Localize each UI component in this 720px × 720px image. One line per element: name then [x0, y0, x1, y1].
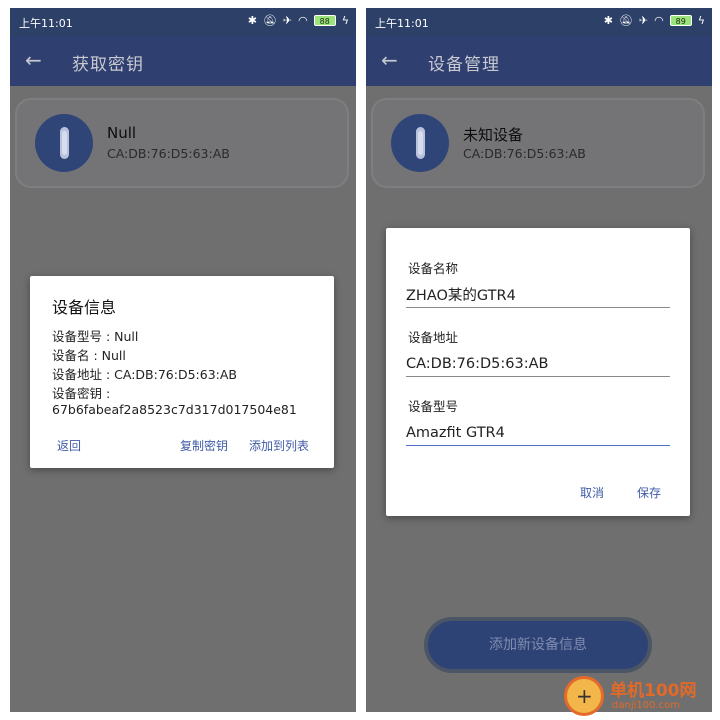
device-card[interactable]: 未知设备 CA:DB:76:D5:63:AB	[371, 98, 705, 188]
status-icons: ✱ 🔕︎ ✈ ◠ 88 ϟ	[248, 14, 349, 27]
mute-icon: 🔕︎	[262, 14, 277, 27]
device-model-line: 设备型号 : Null	[52, 329, 139, 344]
device-edit-dialog: 设备名称 设备地址 设备型号 取消 保存	[386, 228, 690, 516]
device-model-input[interactable]	[406, 420, 670, 446]
device-name: 未知设备	[463, 126, 524, 144]
charging-icon: ϟ	[341, 14, 349, 27]
wifi-icon: ◠	[298, 14, 308, 27]
device-key-value: 67b6fabeaf2a8523c7d317d017504e81	[52, 402, 297, 417]
device-address-line: 设备地址 : CA:DB:76:D5:63:AB	[52, 367, 237, 382]
page-title: 获取密钥	[72, 55, 144, 75]
watch-icon	[391, 114, 449, 172]
device-name-label: 设备名称	[408, 261, 459, 276]
device-name-line: 设备名 : Null	[52, 348, 126, 363]
airplane-icon: ✈	[638, 14, 649, 27]
bluetooth-icon: ✱	[603, 14, 613, 27]
device-card[interactable]: Null CA:DB:76:D5:63:AB	[15, 98, 349, 188]
status-icons: ✱ 🔕︎ ✈ ◠ 89 ϟ	[604, 14, 705, 27]
battery-icon: 88	[313, 15, 336, 26]
device-key-label: 设备密钥 :	[52, 386, 111, 401]
device-model-label: 设备型号	[408, 399, 459, 414]
right-phone-screen: 上午11:01 ✱ 🔕︎ ✈ ◠ 89 ϟ ← 设备管理 未知设备 CA:DB:…	[366, 8, 712, 712]
watermark-url: danji100.com	[612, 700, 680, 711]
add-device-button[interactable]: 添加新设备信息	[424, 617, 652, 673]
site-watermark: + 单机100网 danji100.com	[564, 674, 714, 718]
status-time: 上午11:01	[19, 17, 73, 30]
airplane-icon: ✈	[282, 14, 293, 27]
charging-icon: ϟ	[697, 14, 705, 27]
back-arrow-icon[interactable]: ←	[25, 48, 42, 72]
status-bar: 上午11:01 ✱ 🔕︎ ✈ ◠ 88 ϟ	[10, 8, 356, 36]
add-to-list-button[interactable]: 添加到列表	[249, 437, 309, 454]
back-button[interactable]: 返回	[57, 437, 81, 454]
watermark-title: 单机100网	[610, 681, 697, 701]
left-phone-screen: 上午11:01 ✱ 🔕︎ ✈ ◠ 88 ϟ ← 获取密钥 Null CA:DB:…	[10, 8, 356, 712]
status-time: 上午11:01	[375, 17, 429, 30]
dialog-title: 设备信息	[52, 298, 117, 317]
device-address: CA:DB:76:D5:63:AB	[463, 146, 586, 161]
status-bar: 上午11:01 ✱ 🔕︎ ✈ ◠ 89 ϟ	[366, 8, 712, 36]
app-bar: ← 获取密钥	[10, 36, 356, 86]
bluetooth-icon: ✱	[247, 14, 257, 27]
copy-key-button[interactable]: 复制密钥	[180, 437, 228, 454]
watch-icon	[35, 114, 93, 172]
device-name: Null	[107, 124, 137, 142]
save-button[interactable]: 保存	[637, 484, 661, 501]
app-bar: ← 设备管理	[366, 36, 712, 86]
device-address-input[interactable]	[406, 351, 670, 377]
device-address: CA:DB:76:D5:63:AB	[107, 146, 230, 161]
cancel-button[interactable]: 取消	[580, 484, 604, 501]
device-info-dialog: 设备信息 设备型号 : Null 设备名 : Null 设备地址 : CA:DB…	[30, 276, 334, 468]
device-address-label: 设备地址	[408, 330, 459, 345]
battery-icon: 89	[669, 15, 692, 26]
mute-icon: 🔕︎	[618, 14, 633, 27]
page-title: 设备管理	[428, 55, 500, 75]
watermark-logo-icon: +	[564, 676, 604, 716]
back-arrow-icon[interactable]: ←	[381, 48, 398, 72]
wifi-icon: ◠	[654, 14, 664, 27]
device-name-input[interactable]	[406, 282, 670, 308]
